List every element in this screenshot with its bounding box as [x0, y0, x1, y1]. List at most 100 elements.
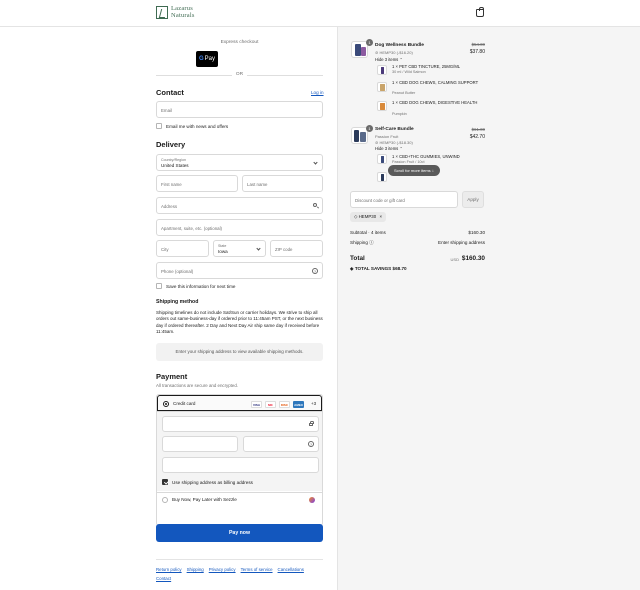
credit-card-label: Credit card — [173, 401, 196, 406]
shipping-method-title: Shipping method — [156, 299, 199, 305]
sezzle-radio[interactable] — [162, 497, 168, 503]
discount-code-field[interactable]: Discount code or gift card — [350, 191, 458, 208]
billing-same-label: Use shipping address as billing address — [172, 480, 253, 485]
sezzle-icon — [309, 497, 315, 503]
save-info-label: Save this information for next time — [166, 284, 236, 289]
hide-items-toggle[interactable]: Hide 3 items ⌃ — [375, 146, 403, 151]
expiration-field[interactable] — [162, 436, 238, 452]
footer-link-privacy-policy[interactable]: Privacy policy — [209, 565, 236, 574]
credit-card-radio[interactable] — [163, 401, 169, 407]
footer-links: Return policy Shipping Privacy policy Terms… — [156, 559, 323, 583]
footer-link-terms[interactable]: Terms of service — [241, 565, 273, 574]
subitem-variant: Peanut Butter — [392, 91, 416, 95]
first-name-field[interactable]: First name — [156, 175, 238, 192]
subitem-thumbnail — [377, 82, 387, 92]
name-on-card-field[interactable] — [162, 457, 319, 473]
shipping-value: Enter shipping address — [438, 240, 485, 245]
mastercard-icon: MC — [265, 401, 276, 408]
order-summary: 1 Dog Wellness Bundle ⊘ HEMP30 (-$16.20)… — [337, 27, 640, 590]
contact-title: Contact — [156, 88, 184, 97]
checkout-form: Express checkout G Pay OR Contact Log in… — [0, 27, 337, 590]
shipping-method-text: Shipping timelines do not include Sat/Su… — [156, 310, 323, 334]
apply-button[interactable]: Apply — [462, 191, 484, 208]
country-select[interactable]: Country/Region United States — [156, 154, 323, 171]
applied-discount-tag: ◇ HEMP30 × — [350, 212, 387, 222]
payment-subtitle: All transactions are secure and encrypte… — [156, 383, 239, 388]
discount-text: HEMP30 (-$18.30) — [379, 140, 413, 145]
footer-link-shipping[interactable]: Shipping — [187, 565, 204, 574]
payment-methods: Credit card VISA MC DISC AMEX +3 ? Use s… — [156, 394, 323, 526]
subitem-thumbnail — [377, 65, 387, 75]
login-link[interactable]: Log in — [311, 90, 324, 95]
newsletter-label: Email me with news and offers — [166, 124, 229, 129]
remove-discount-icon[interactable]: × — [379, 214, 382, 219]
address-placeholder: Address — [161, 204, 178, 209]
last-name-field[interactable]: Last name — [242, 175, 323, 192]
footer-link-contact[interactable]: Contact — [156, 574, 171, 583]
credit-card-option[interactable]: Credit card VISA MC DISC AMEX +3 — [157, 395, 322, 411]
google-pay-button[interactable]: G Pay — [196, 51, 218, 67]
brand-name: Lazarus Naturals — [171, 5, 195, 19]
city-placeholder: City — [161, 247, 169, 252]
sezzle-option[interactable]: Buy Now, Pay Later with Sezzle — [157, 492, 322, 526]
city-field[interactable]: City — [156, 240, 209, 257]
phone-placeholder: Phone (optional) — [161, 269, 194, 274]
shopping-bag-icon[interactable] — [476, 7, 484, 17]
header: Lazarus Naturals — [0, 0, 640, 27]
zip-placeholder: ZIP code — [275, 247, 293, 252]
billing-same-checkbox[interactable] — [162, 479, 168, 485]
quantity-badge: 1 — [366, 125, 373, 132]
product-discount: ⊘ HEMP30 (-$18.30) — [375, 140, 413, 145]
subitem-variant: Pumpkin — [392, 112, 407, 116]
original-price: $61.00 — [471, 127, 485, 132]
security-code-field[interactable]: ? — [243, 436, 319, 452]
apartment-field[interactable]: Apartment, suite, etc. (optional) — [156, 219, 323, 236]
visa-icon: VISA — [251, 401, 262, 408]
subitem-variant: Passion Fruit / 10ct — [392, 160, 425, 164]
lock-icon — [309, 421, 314, 426]
state-select[interactable]: State Iowa — [213, 240, 266, 257]
google-g-icon: G — [198, 56, 204, 62]
email-field[interactable]: Email — [156, 101, 323, 118]
credit-card-form: ? Use shipping address as billing addres… — [157, 411, 322, 491]
footer-link-return-policy[interactable]: Return policy — [156, 565, 182, 574]
first-name-placeholder: First name — [161, 182, 182, 187]
help-icon[interactable]: ? — [312, 268, 318, 274]
newsletter-checkbox[interactable] — [156, 123, 162, 129]
product-name: Dog Wellness Bundle — [375, 43, 424, 48]
save-info-checkbox[interactable] — [156, 283, 162, 289]
search-icon — [313, 203, 317, 207]
country-label: Country/Region — [161, 158, 186, 162]
phone-field[interactable]: Phone (optional) ? — [156, 262, 323, 279]
discount-text: HEMP30 (-$16.20) — [379, 50, 413, 55]
zip-field[interactable]: ZIP code — [270, 240, 323, 257]
chevron-down-icon — [256, 246, 261, 251]
product-variant: Passion Fruit — [375, 134, 399, 139]
apartment-placeholder: Apartment, suite, etc. (optional) — [161, 226, 223, 231]
pay-now-button[interactable]: Pay now — [156, 524, 323, 542]
footer-link-cancellations[interactable]: Cancellations — [278, 565, 304, 574]
scroll-more-pill[interactable]: Scroll for more items ↓ — [388, 165, 440, 176]
subitem-name: 1 × CBD+THC GUMMIES, UNWIND — [392, 154, 460, 159]
chevron-up-icon: ⌃ — [399, 146, 403, 151]
savings-label: TOTAL SAVINGS — [354, 266, 392, 271]
shipping-method-info: Enter your shipping address to view avai… — [156, 343, 323, 361]
address-field[interactable]: Address — [156, 197, 323, 214]
or-label: OR — [235, 72, 244, 77]
card-number-field[interactable] — [162, 416, 319, 432]
discounted-price: $42.70 — [469, 134, 485, 140]
subtotal-label: Subtotal · 4 items — [350, 230, 386, 235]
brand-logo[interactable]: Lazarus Naturals — [156, 5, 195, 19]
original-price: $54.00 — [471, 42, 485, 47]
brand-line2: Naturals — [171, 11, 195, 19]
hide-items-toggle[interactable]: Hide 3 items ⌃ — [375, 57, 403, 62]
discount-placeholder: Discount code or gift card — [355, 198, 405, 203]
hide-items-label: Hide 3 items — [375, 146, 399, 151]
tag-icon: ◇ — [354, 214, 358, 219]
help-icon[interactable]: ⓘ — [369, 240, 374, 245]
help-icon[interactable]: ? — [308, 441, 314, 447]
last-name-placeholder: Last name — [247, 182, 268, 187]
email-placeholder: Email — [161, 108, 172, 113]
logo-mark-icon — [156, 6, 168, 19]
tag-icon: ⊘ — [375, 140, 379, 145]
